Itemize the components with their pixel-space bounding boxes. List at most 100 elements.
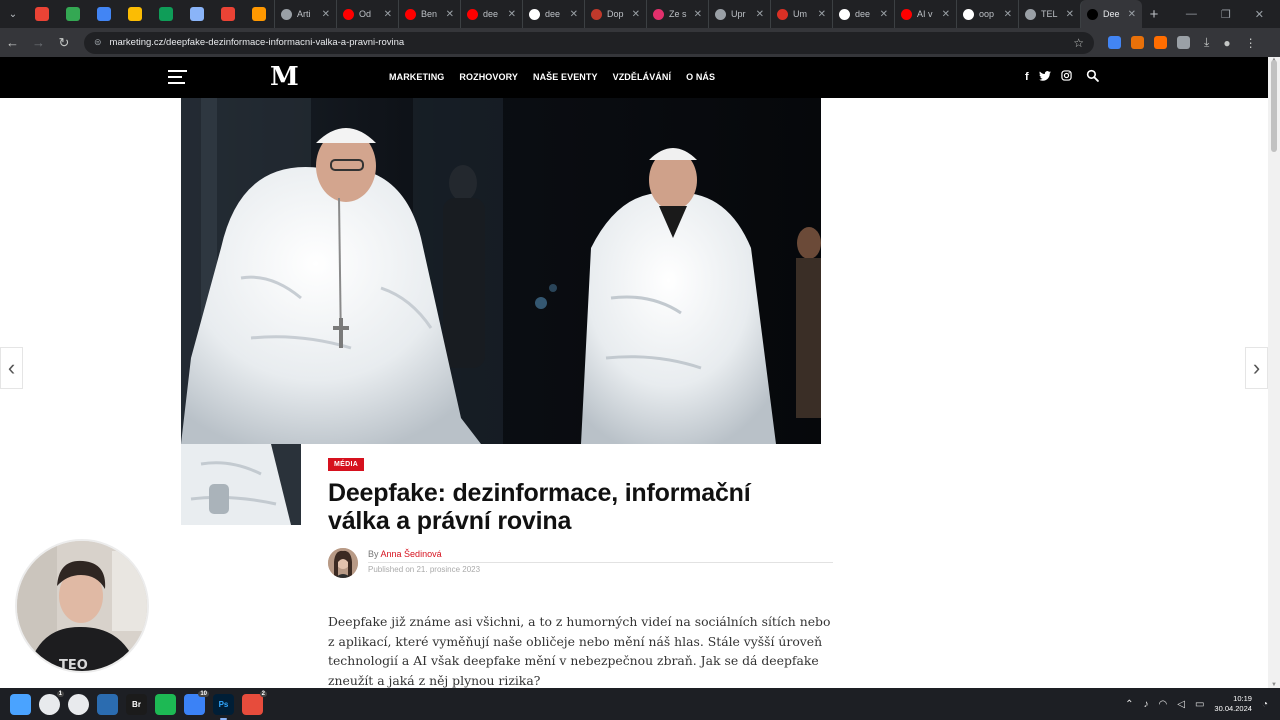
tab-close-icon[interactable]: ✕ [1066,9,1074,20]
hamburger-menu-icon[interactable] [168,70,187,88]
author-link[interactable]: Anna Šedinová [381,549,442,559]
tab-close-icon[interactable]: ✕ [880,9,888,20]
browser-tab[interactable]: oop ✕ [956,0,1018,28]
pinned-tab[interactable] [150,0,181,28]
youtube-icon [467,8,478,20]
instagram-icon[interactable] [1060,70,1072,84]
extension-icon[interactable] [1131,36,1144,49]
new-tab-button[interactable]: + [1142,6,1166,23]
bridge-taskbar-icon[interactable]: Br [126,693,147,715]
pinned-tab-favicon-icon [65,7,80,21]
browser-tab[interactable]: Dee ✕ [1080,0,1142,28]
volume-icon[interactable]: ◁ [1177,699,1185,710]
tab-close-icon[interactable]: ✕ [1004,9,1012,20]
nav-rozhovory[interactable]: ROZHOVORY [459,72,518,82]
facebook-icon[interactable]: f [1025,71,1029,83]
site-info-icon[interactable]: ⊜ [94,37,102,48]
browser-tab[interactable]: Dop ✕ [584,0,646,28]
next-article-arrow-icon[interactable]: › [1245,347,1268,389]
site-logo[interactable]: M [270,62,299,92]
social-links: f [1025,69,1099,85]
tab-title: dee [483,9,499,19]
browser-tab[interactable]: dee ✕ [522,0,584,28]
globe-icon [281,8,292,20]
category-badge[interactable]: MÉDIA [328,458,365,471]
browser-menu-icon[interactable]: ⋮ [1245,36,1257,50]
tab-close-icon[interactable]: ✕ [1128,9,1136,20]
extension-icon[interactable] [1108,36,1121,49]
search-icon[interactable] [1086,69,1099,85]
profile-avatar-icon[interactable]: ● [1223,36,1230,50]
close-window-icon[interactable]: ✕ [1255,8,1264,21]
browser-tab[interactable]: Upr ✕ [708,0,770,28]
browser-tab[interactable]: Arti ✕ [274,0,336,28]
tab-close-icon[interactable]: ✕ [446,9,454,20]
save-taskbar-icon[interactable] [97,693,118,715]
tab-close-icon[interactable]: ✕ [942,9,950,20]
windows-start-taskbar-icon[interactable] [10,693,31,715]
tab-close-icon[interactable]: ✕ [570,9,578,20]
browser-tab[interactable]: Um ✕ [770,0,832,28]
author-avatar[interactable] [328,548,358,578]
nav-nase-eventy[interactable]: NAŠE EVENTY [533,72,598,82]
pinned-tab-favicon-icon [189,7,204,21]
pinned-tab[interactable] [88,0,119,28]
tab-close-icon[interactable]: ✕ [818,9,826,20]
google-icon [839,8,850,20]
wifi-icon[interactable]: ◠ [1159,699,1168,710]
tab-close-icon[interactable]: ✕ [322,9,330,20]
pinned-tab-favicon-icon [96,7,111,21]
pinned-tab[interactable] [212,0,243,28]
app-red-taskbar-icon[interactable]: 2 [242,690,267,715]
restore-icon[interactable]: ❐ [1221,8,1231,21]
chrome-2-taskbar-icon[interactable] [68,693,89,715]
url-text[interactable]: marketing.cz/deepfake-dezinformace-infor… [110,37,1066,48]
bookmark-star-icon[interactable]: ☆ [1073,36,1084,50]
pinned-tab[interactable] [119,0,150,28]
app-c-taskbar-icon[interactable]: 10 [184,690,209,715]
show-hidden-icons-icon[interactable]: ⌃ [1125,699,1133,710]
pinned-tab[interactable] [26,0,57,28]
browser-tab[interactable]: AI v ✕ [894,0,956,28]
browser-tab[interactable]: dee ✕ [832,0,894,28]
microphone-icon[interactable]: ♪ [1144,699,1149,710]
system-clock[interactable]: 10:19 30.04.2024 [1214,694,1252,714]
pinned-tab[interactable] [243,0,274,28]
download-icon[interactable]: ⤓ [1204,35,1209,50]
youtube-icon [405,8,416,20]
page-scrollbar[interactable]: ▲ ▼ [1268,57,1280,688]
tab-close-icon[interactable]: ✕ [632,9,640,20]
browser-tab[interactable]: Ze s ✕ [646,0,708,28]
tab-close-icon[interactable]: ✕ [694,9,702,20]
forward-icon[interactable]: → [32,35,45,50]
tab-search-icon[interactable]: ⌄ [0,0,26,28]
photoshop-taskbar-icon[interactable]: Ps [213,693,234,720]
extension-icon[interactable] [1177,36,1190,49]
pinned-tabs [26,0,274,28]
pinned-tab[interactable] [181,0,212,28]
taskbar-badge: 1 [56,690,64,697]
browser-tab[interactable]: dee ✕ [460,0,522,28]
minimize-icon[interactable]: — [1186,8,1197,21]
twitter-icon[interactable] [1038,70,1051,84]
back-icon[interactable]: ← [6,35,19,50]
extension-icon[interactable] [1154,36,1167,49]
tab-close-icon[interactable]: ✕ [756,9,764,20]
notifications-bell-icon[interactable]: ◔ [1262,699,1268,710]
browser-tab[interactable]: Od ✕ [336,0,398,28]
scrollbar-thumb[interactable] [1271,60,1277,152]
reload-icon[interactable]: ↻ [58,35,70,51]
nav-vzdelavani[interactable]: VZDĚLÁVÁNÍ [613,72,672,82]
browser-tab[interactable]: TEL ✕ [1018,0,1080,28]
browser-tab[interactable]: Ben ✕ [398,0,460,28]
spotify-taskbar-icon[interactable] [155,693,176,715]
pinned-tab[interactable] [57,0,88,28]
battery-icon[interactable]: ▭ [1195,699,1204,710]
tab-close-icon[interactable]: ✕ [508,9,516,20]
address-bar[interactable]: ⊜ marketing.cz/deepfake-dezinformace-inf… [84,31,1094,54]
nav-marketing[interactable]: MARKETING [389,72,444,82]
nav-o-nas[interactable]: O NÁS [686,72,715,82]
chrome-taskbar-icon[interactable]: 1 [39,690,64,715]
tab-close-icon[interactable]: ✕ [384,9,392,20]
previous-article-arrow-icon[interactable]: ‹ [0,347,23,389]
